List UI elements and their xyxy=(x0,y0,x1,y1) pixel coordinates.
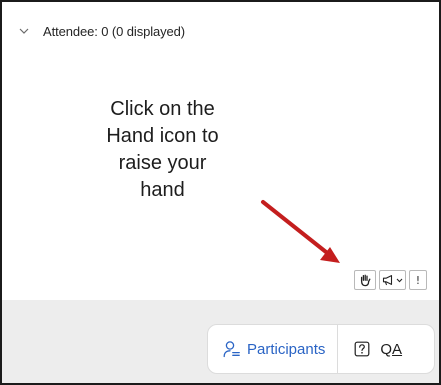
announcement-menu-button[interactable] xyxy=(379,270,406,290)
participants-icon xyxy=(223,341,240,358)
qa-label: QA xyxy=(380,341,402,358)
callout-line-3: raise your xyxy=(118,152,207,174)
panel-switcher-bar: Participants QA xyxy=(207,324,435,374)
question-icon xyxy=(354,341,370,357)
participants-button[interactable]: Participants xyxy=(208,325,339,373)
chevron-down-icon[interactable] xyxy=(18,25,30,37)
pointer-arrow xyxy=(261,200,340,263)
participants-label: Participants xyxy=(247,340,326,358)
qa-label-q: Q xyxy=(380,340,393,358)
qa-label-a: A xyxy=(392,340,403,358)
callout-line-2: Hand icon to xyxy=(106,125,219,147)
footer-area: Participants QA xyxy=(2,300,439,383)
attendee-section-header[interactable]: Attendee: 0 (0 displayed) xyxy=(18,23,185,39)
megaphone-icon xyxy=(382,275,393,286)
chevron-down-icon xyxy=(396,278,403,282)
more-options-glyph: ! xyxy=(415,273,421,287)
attendee-count-label: Attendee: 0 (0 displayed) xyxy=(43,23,186,39)
callout-line-4: hand xyxy=(140,179,185,201)
raise-hand-icon xyxy=(360,274,371,287)
callout-line-1: Click on the xyxy=(110,98,215,120)
raise-hand-button[interactable] xyxy=(354,270,376,290)
reaction-toolbar: ! xyxy=(354,270,427,290)
more-options-button[interactable]: ! xyxy=(409,270,427,290)
attendee-panel-window: Attendee: 0 (0 displayed) Click on the H… xyxy=(0,0,441,385)
instruction-callout: Click on the Hand icon to raise your han… xyxy=(80,96,245,204)
qa-button[interactable]: QA xyxy=(338,325,412,373)
